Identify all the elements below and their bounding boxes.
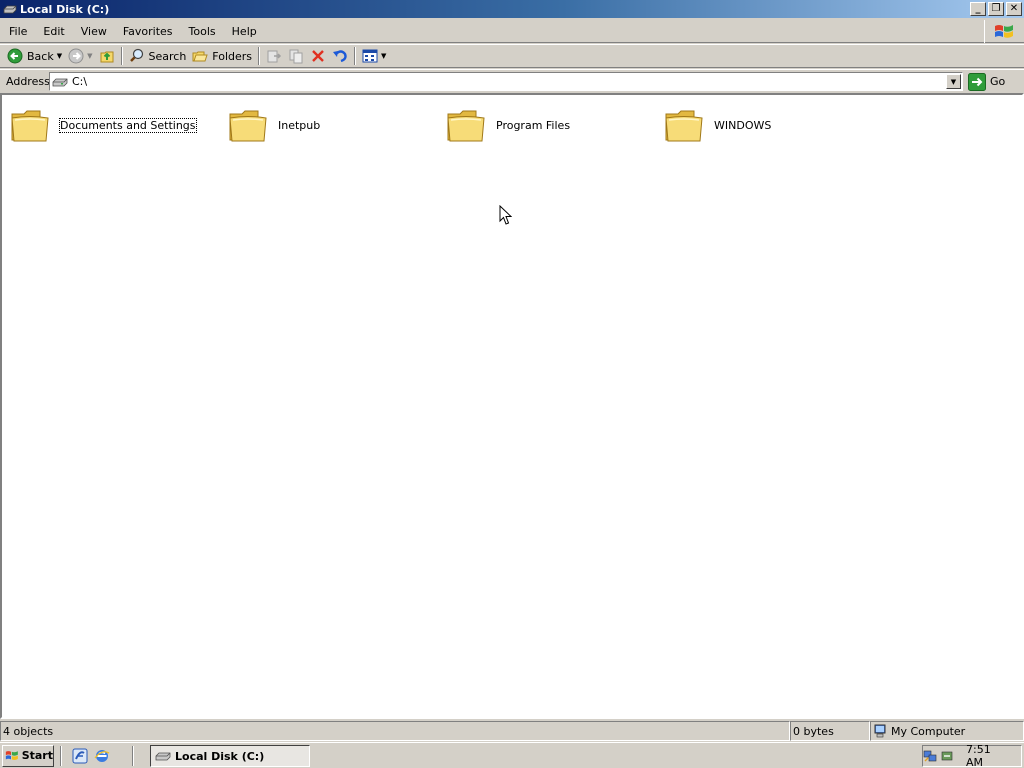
minimize-button[interactable]: _	[970, 2, 986, 16]
status-bar: 4 objects 0 bytes My Computer	[0, 721, 1024, 741]
system-tray: 7:51 AM	[922, 743, 1022, 768]
views-dropdown-arrow-icon[interactable]: ▼	[381, 52, 386, 60]
copy-to-icon	[289, 49, 303, 64]
menu-favorites[interactable]: Favorites	[115, 25, 181, 38]
quick-launch-ie-icon[interactable]	[94, 748, 110, 764]
taskbar-separator	[132, 745, 134, 766]
menu-bar: File Edit View Favorites Tools Help	[0, 20, 1024, 43]
status-location: My Computer	[870, 721, 1024, 741]
tray-security-icon[interactable]	[940, 749, 954, 763]
quick-launch-explorer-icon[interactable]	[72, 748, 88, 764]
go-label: Go	[990, 75, 1006, 88]
quick-launch	[72, 748, 110, 764]
address-dropdown-arrow-icon[interactable]: ▼	[946, 74, 961, 89]
toolbar-separator	[120, 47, 123, 65]
folder-label: Program Files	[496, 118, 571, 132]
restore-button[interactable]: ❐	[988, 2, 1004, 16]
windows-logo-icon	[984, 20, 1022, 43]
toolbar-separator	[258, 47, 261, 65]
start-label: Start	[21, 749, 53, 762]
copy-to-button[interactable]	[285, 45, 307, 67]
tray-network-icon[interactable]	[923, 749, 937, 763]
back-arrow-icon	[7, 48, 23, 64]
forward-button[interactable]: ▼	[65, 45, 95, 67]
folder-documents-and-settings[interactable]: Documents and Settings	[10, 105, 197, 145]
folders-icon	[192, 51, 208, 62]
search-button[interactable]: Search	[126, 45, 190, 67]
close-button[interactable]: ✕	[1006, 2, 1022, 16]
address-label: Address	[6, 74, 50, 88]
views-button[interactable]: ▼	[359, 45, 389, 67]
folder-icon	[229, 110, 267, 142]
taskbar-item-local-disk[interactable]: Local Disk (C:)	[150, 745, 310, 767]
back-dropdown-arrow-icon[interactable]: ▼	[57, 52, 62, 60]
drive-icon	[3, 4, 17, 14]
views-icon	[362, 49, 378, 63]
folders-button[interactable]: Folders	[189, 45, 255, 67]
delete-button[interactable]	[307, 45, 329, 67]
taskbar-item-label: Local Disk (C:)	[175, 749, 265, 763]
menu-tools[interactable]: Tools	[181, 25, 224, 38]
forward-arrow-icon	[68, 48, 84, 64]
my-computer-icon	[874, 724, 886, 738]
status-object-count: 4 objects	[0, 721, 790, 741]
go-arrow-icon	[968, 72, 986, 91]
folder-icon	[665, 110, 703, 142]
drive-icon	[52, 78, 68, 86]
folder-label: Inetpub	[278, 118, 321, 132]
windows-flag-icon	[5, 750, 18, 760]
start-button[interactable]: Start	[2, 744, 54, 767]
folder-program-files[interactable]: Program Files	[446, 105, 570, 145]
status-size: 0 bytes	[790, 721, 870, 741]
title-bar[interactable]: Local Disk (C:) _ ❐ ✕	[0, 0, 1024, 18]
delete-icon	[312, 50, 324, 62]
drive-icon	[155, 752, 171, 761]
status-location-label: My Computer	[891, 724, 966, 738]
menu-help[interactable]: Help	[224, 25, 265, 38]
up-folder-icon	[100, 51, 113, 63]
menu-file[interactable]: File	[0, 25, 35, 38]
folder-label: WINDOWS	[714, 118, 772, 132]
search-icon	[129, 48, 143, 62]
clock: 7:51 AM	[966, 743, 991, 768]
move-to-button[interactable]	[263, 45, 285, 67]
address-value: C:\	[72, 75, 88, 88]
move-to-icon	[267, 50, 282, 63]
window-title: Local Disk (C:)	[20, 2, 110, 16]
menu-view[interactable]: View	[73, 25, 115, 38]
folder-label: Documents and Settings	[59, 117, 197, 133]
go-button[interactable]: Go	[968, 71, 1005, 92]
folder-windows[interactable]: WINDOWS	[664, 105, 771, 145]
folder-view[interactable]: Documents and Settings Inetpub Program F…	[0, 93, 1024, 719]
address-bar: Address C:\ ▼ Go	[0, 69, 1024, 92]
mouse-cursor-icon	[499, 205, 512, 225]
folder-icon	[447, 110, 485, 142]
toolbar-separator	[354, 47, 357, 65]
folder-icon	[11, 110, 49, 142]
back-label: Back	[27, 49, 54, 63]
taskbar-separator	[60, 745, 62, 766]
undo-icon	[333, 50, 347, 63]
taskbar: Start Local Disk (C:) 7:51 AM	[0, 742, 1024, 768]
search-label: Search	[148, 49, 187, 63]
undo-button[interactable]	[329, 45, 351, 67]
standard-toolbar: Back ▼ ▼ Search Folders ▼	[0, 44, 1024, 68]
address-input[interactable]: C:\ ▼	[49, 72, 963, 91]
back-button[interactable]: Back ▼	[4, 45, 65, 67]
menu-edit[interactable]: Edit	[35, 25, 72, 38]
up-folder-button[interactable]	[96, 45, 118, 67]
folder-inetpub[interactable]: Inetpub	[228, 105, 320, 145]
folders-label: Folders	[212, 49, 253, 63]
forward-dropdown-arrow-icon[interactable]: ▼	[87, 52, 92, 60]
